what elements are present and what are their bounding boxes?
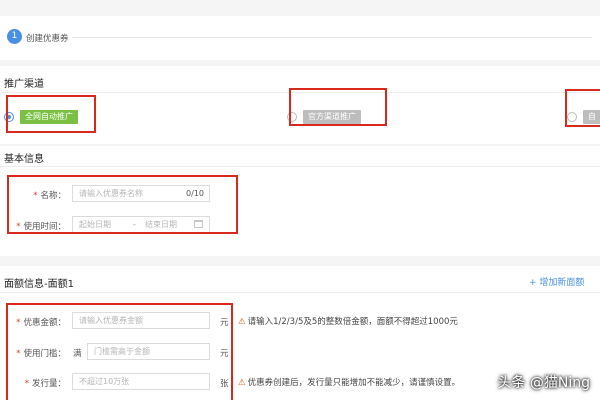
basic-info-section: 基本信息 * 名称： 请输入优惠券名称 0/10 * 使用时间： 起始日期 - 结束…: [0, 146, 600, 256]
highlight-box: [565, 89, 600, 127]
step-number: 1: [11, 31, 18, 41]
denomination-title: 面额信息-面额1: [4, 279, 74, 290]
highlight-box: [289, 88, 387, 126]
divider: [0, 292, 600, 293]
warning-icon: ⚠: [238, 317, 246, 327]
warning-icon: ⚠: [238, 378, 246, 388]
step-line: [72, 37, 592, 38]
step-number-badge: 1: [7, 29, 22, 44]
highlight-box: [6, 303, 233, 400]
watermark: 头条 @猫Ning: [497, 375, 590, 391]
basic-info-title: 基本信息: [4, 154, 44, 165]
highlight-box: [6, 95, 96, 133]
amount-hint: ⚠ 请输入1/2/3/5及5的整数倍金额，面额不得超过1000元: [238, 315, 458, 327]
step-label: 创建优惠券: [26, 34, 69, 44]
quantity-hint: ⚠ 优惠券创建后，发行量只能增加不能减少，请谨慎设置。: [238, 376, 460, 388]
add-denomination-link[interactable]: + 增加新面额: [529, 275, 584, 288]
promotion-channel-title: 推广渠道: [4, 79, 44, 90]
quantity-hint-text: 优惠券创建后，发行量只能增加不能减少，请谨慎设置。: [247, 378, 461, 388]
step-header: 1 创建优惠券: [0, 16, 600, 60]
divider: [0, 166, 600, 167]
highlight-box: [7, 175, 238, 234]
promotion-channel-section: 推广渠道 全网自动推广 官方渠道推广 自: [0, 66, 600, 144]
amount-hint-text: 请输入1/2/3/5及5的整数倍金额，面额不得超过1000元: [247, 317, 458, 327]
